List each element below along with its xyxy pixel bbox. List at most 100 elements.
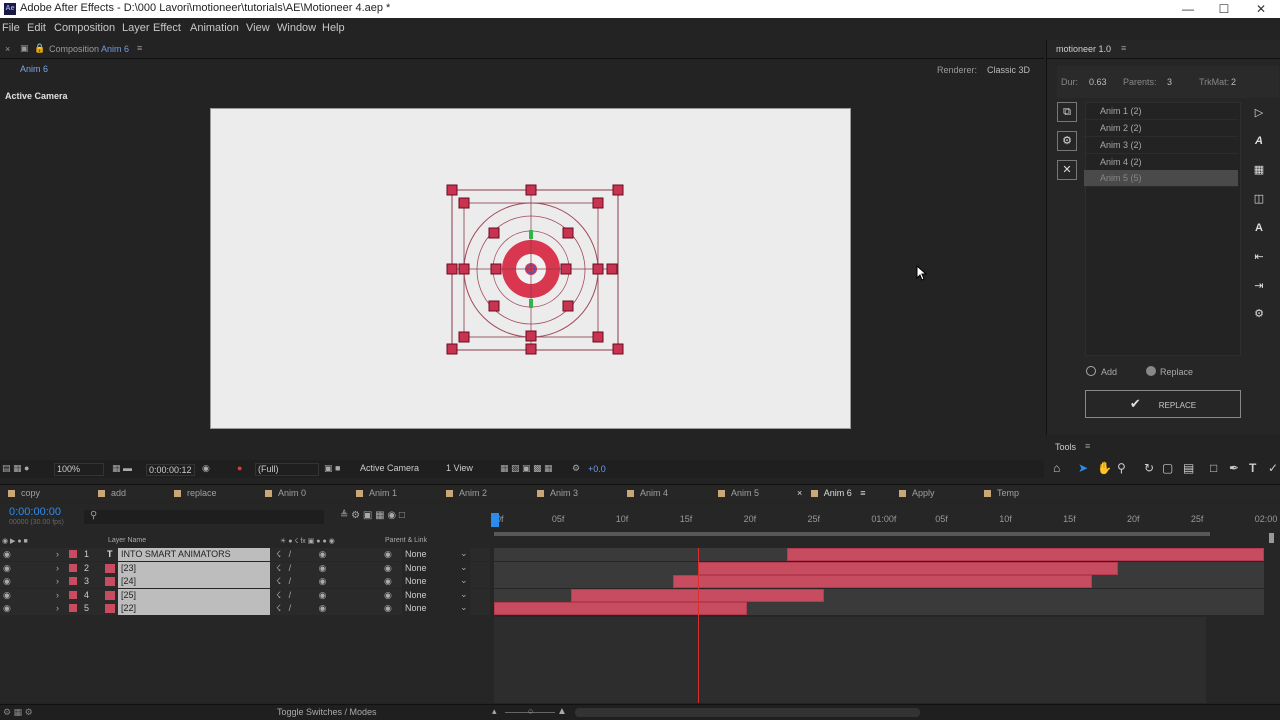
horizontal-scrollbar[interactable] — [575, 708, 920, 717]
close-button[interactable]: ✕ — [1241, 0, 1280, 18]
layer-name[interactable]: [22] — [118, 602, 270, 616]
hand-tool-icon[interactable]: ✋ — [1097, 461, 1112, 475]
eye-icon[interactable]: ◉ — [3, 563, 11, 574]
label-color-icon[interactable] — [69, 550, 77, 558]
text-icon[interactable]: A — [1250, 219, 1268, 237]
view-options-icon[interactable]: ▦ ▨ ▣ ▩ ▦ — [500, 463, 553, 474]
zoom-slider-handle[interactable]: ○ — [528, 706, 533, 716]
settings-icon[interactable]: ⚙ — [1250, 305, 1268, 323]
label-color-icon[interactable] — [69, 577, 77, 586]
pickwhip-icon[interactable]: ◉ — [384, 603, 392, 614]
viewer-canvas[interactable] — [211, 109, 852, 430]
pan-behind-tool-icon[interactable]: ▤ — [1183, 461, 1194, 475]
panel-menu-icon[interactable]: ≡ — [1085, 441, 1090, 451]
maximize-button[interactable]: ☐ — [1204, 0, 1244, 18]
type-tool-icon[interactable]: T — [1249, 461, 1256, 475]
import-icon[interactable]: ⇤ — [1250, 248, 1268, 266]
tab-anim-6[interactable]: × Anim 6 ≡ — [797, 488, 866, 498]
replace-button[interactable]: ✔ REPLACE — [1085, 390, 1241, 418]
timeline-tools-icon[interactable]: ≜ ⚙ ▣ ▦ ◉ □ — [340, 510, 405, 521]
eye-icon[interactable]: ◉ — [3, 590, 11, 601]
layer-name[interactable]: [25] — [118, 588, 270, 602]
label-color-icon[interactable] — [69, 563, 77, 572]
col-parent[interactable]: Parent & Link — [385, 537, 427, 544]
comp-tab-prefix[interactable]: Composition — [49, 44, 99, 54]
layer-name[interactable]: INTO SMART ANIMATORS — [118, 548, 270, 561]
expand-icon[interactable]: › — [56, 563, 59, 573]
menu-layer[interactable]: Layer — [122, 22, 150, 34]
list-item-selected[interactable]: Anim 5 (5) — [1084, 170, 1238, 187]
tab-anim-3[interactable]: Anim 3 — [537, 488, 578, 498]
radio-replace[interactable] — [1146, 366, 1156, 376]
menu-window[interactable]: Window — [277, 22, 316, 34]
home-icon[interactable]: ⌂ — [1053, 461, 1060, 475]
eye-icon[interactable]: ◉ — [3, 549, 11, 560]
zoom-out-icon[interactable]: ▴ — [492, 706, 497, 717]
list-item[interactable]: Anim 2 (2) — [1084, 120, 1238, 137]
tab-copy[interactable]: copy — [8, 488, 40, 498]
col-layer-name[interactable]: Layer Name — [108, 537, 146, 544]
camera-select[interactable]: Active Camera — [358, 463, 436, 476]
breadcrumb[interactable]: Anim 6 — [20, 64, 48, 74]
export-icon[interactable]: ⇥ — [1250, 277, 1268, 295]
menu-view[interactable]: View — [246, 22, 270, 34]
pen-tool-icon[interactable]: ✒ — [1229, 461, 1239, 475]
list-item[interactable]: Anim 1 (2) — [1084, 103, 1238, 120]
layer-switch-icons[interactable]: ☇ / ◉ — [276, 563, 327, 574]
expand-icon[interactable]: › — [56, 576, 59, 586]
panel-menu-icon[interactable]: ≡ — [137, 43, 142, 53]
menu-help[interactable]: Help — [322, 22, 345, 34]
scrollbar[interactable] — [1269, 533, 1274, 543]
menu-edit[interactable]: Edit — [27, 22, 46, 34]
eye-icon[interactable]: ◉ — [3, 603, 11, 614]
zoom-select[interactable]: 100% — [54, 463, 104, 476]
selection-tool-icon[interactable]: ➤ — [1078, 461, 1088, 475]
search-input[interactable]: ⚲ — [84, 510, 324, 524]
timecode-display[interactable]: 0:00:00:12 — [146, 464, 195, 476]
layer-switch-icons[interactable]: ☇ / ◉ — [276, 590, 327, 601]
menu-file[interactable]: File — [2, 22, 20, 34]
rotate-tool-icon[interactable]: ↻ — [1144, 461, 1154, 475]
text-a-icon[interactable]: A — [1250, 132, 1268, 150]
layer-row[interactable]: ◉ › 2 [23] ☇ / ◉ ◉ None ⌄ — [0, 561, 490, 575]
label-color-icon[interactable] — [69, 590, 77, 599]
layer-switch-icons[interactable]: ☇ / ◉ — [276, 603, 327, 614]
composition-viewer[interactable] — [210, 108, 851, 429]
tab-temp[interactable]: Temp — [984, 488, 1019, 498]
lock-icon[interactable]: ▣ — [20, 43, 29, 54]
tab-add[interactable]: add — [98, 488, 126, 498]
tab-anim-5[interactable]: Anim 5 — [718, 488, 759, 498]
add-comp-icon[interactable]: ▦ — [1250, 161, 1268, 179]
menu-animation[interactable]: Animation — [190, 22, 239, 34]
play-icon[interactable]: ▷ — [1250, 104, 1268, 122]
playhead-line[interactable] — [698, 548, 700, 703]
target-icon[interactable]: ⚙ — [1057, 131, 1077, 151]
menu-effect[interactable]: Effect — [153, 22, 181, 34]
resolution-select[interactable]: (Full) — [255, 463, 319, 476]
tab-anim-4[interactable]: Anim 4 — [627, 488, 668, 498]
minimize-button[interactable]: — — [1168, 0, 1208, 18]
transparency-icon[interactable]: ▣ ■ — [324, 463, 340, 474]
list-item[interactable]: Anim 4 (2) — [1084, 154, 1238, 171]
panel-menu-icon[interactable]: ≡ — [1121, 43, 1126, 53]
pickwhip-icon[interactable]: ◉ — [384, 563, 392, 574]
zoom-tool-icon[interactable]: ⚲ — [1117, 461, 1126, 475]
tab-replace[interactable]: replace — [174, 488, 217, 498]
expand-icon[interactable]: › — [56, 549, 59, 559]
camera-tool-icon[interactable]: ▢ — [1162, 461, 1173, 475]
layer-name[interactable]: [23] — [118, 561, 270, 575]
exposure-value[interactable]: +0.0 — [588, 464, 606, 474]
layer-bar[interactable] — [672, 575, 1092, 589]
toggle-switches-modes[interactable]: Toggle Switches / Modes — [277, 707, 377, 717]
copy-icon[interactable]: ⧉ — [1057, 102, 1077, 122]
snapshot-icon[interactable]: ◉ — [202, 463, 210, 474]
list-item[interactable]: Anim 3 (2) — [1084, 137, 1238, 154]
layer-switch-icons[interactable]: ☇ / ◉ — [276, 576, 327, 587]
layer-bar[interactable] — [786, 548, 1264, 561]
panel-lock-icon[interactable]: 🔒 — [34, 43, 45, 54]
menu-composition[interactable]: Composition — [54, 22, 115, 34]
expand-icon[interactable]: › — [56, 590, 59, 600]
views-select[interactable]: 1 View — [444, 463, 494, 476]
current-time[interactable]: 0:00:00:00 — [9, 506, 61, 518]
layer-bar[interactable] — [494, 602, 747, 616]
